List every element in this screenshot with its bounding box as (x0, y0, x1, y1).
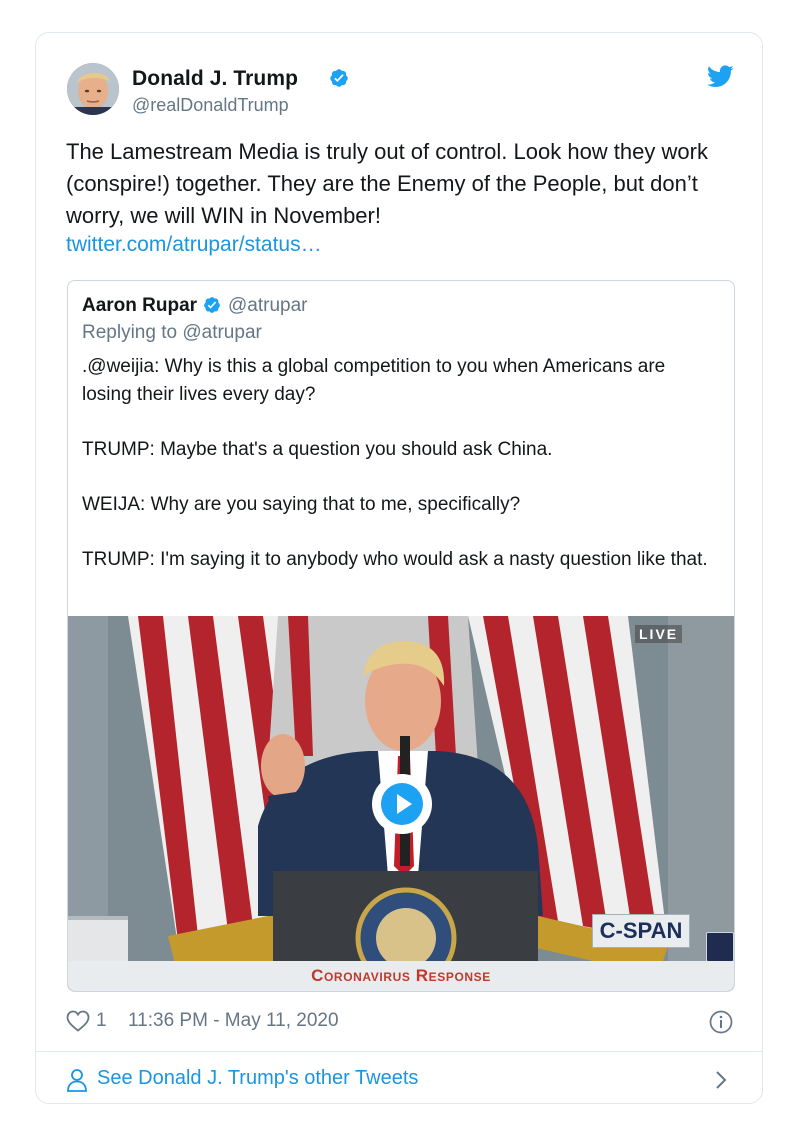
like-count[interactable]: 1 (96, 1010, 107, 1032)
replying-to-handle[interactable]: @atrupar (182, 322, 262, 343)
replying-to-prefix: Replying to (82, 322, 178, 343)
author-handle[interactable]: @realDonaldTrump (132, 95, 289, 116)
quoted-author-handle[interactable]: @atrupar (228, 295, 308, 317)
live-badge: LIVE (635, 625, 683, 643)
quoted-paragraph: TRUMP: Maybe that's a question you shoul… (82, 439, 553, 460)
video-banner: Coronavirus Response (68, 961, 734, 991)
quoted-author-name[interactable]: Aaron Rupar (82, 295, 197, 317)
tweet-link[interactable]: twitter.com/atrupar/status… (66, 233, 322, 257)
verified-badge-icon (204, 297, 220, 313)
avatar-image (67, 63, 119, 115)
timestamp[interactable]: 11:36 PM - May 11, 2020 (128, 1010, 339, 1032)
author-name[interactable]: Donald J. Trump (132, 67, 298, 91)
tweet-text: The Lamestream Media is truly out of con… (66, 139, 708, 228)
sponsor-logo (706, 932, 734, 962)
quoted-paragraph: .@weijia: Why is this a global competiti… (82, 356, 666, 405)
avatar[interactable] (67, 63, 119, 115)
quoted-tweet-text: .@weijia: Why is this a global competiti… (82, 353, 712, 601)
see-other-tweets-label[interactable]: See Donald J. Trump's other Tweets (97, 1067, 418, 1090)
verified-badge-icon (330, 69, 348, 87)
play-icon (374, 776, 430, 832)
heart-icon[interactable] (66, 1010, 90, 1032)
quoted-paragraph: TRUMP: I'm saying it to anybody who woul… (82, 549, 708, 570)
chevron-right-icon[interactable] (713, 1068, 729, 1092)
quoted-paragraph: WEIJA: Why are you saying that to me, sp… (82, 494, 521, 515)
info-icon[interactable] (709, 1010, 733, 1034)
replying-to: Replying to @atrupar (82, 322, 262, 344)
play-button[interactable] (372, 774, 432, 834)
network-logo: C-SPAN (592, 914, 690, 948)
divider (36, 1051, 762, 1052)
person-icon (67, 1069, 87, 1092)
embedded-tweet-card: Donald J. Trump @realDonaldTrump The Lam… (35, 32, 763, 1104)
quoted-tweet[interactable]: Aaron Rupar @atrupar Replying to @atrupa… (67, 280, 735, 992)
twitter-bird-icon[interactable] (707, 65, 734, 88)
video-player[interactable]: LIVE C-SPAN Coronavirus Response (68, 616, 734, 991)
